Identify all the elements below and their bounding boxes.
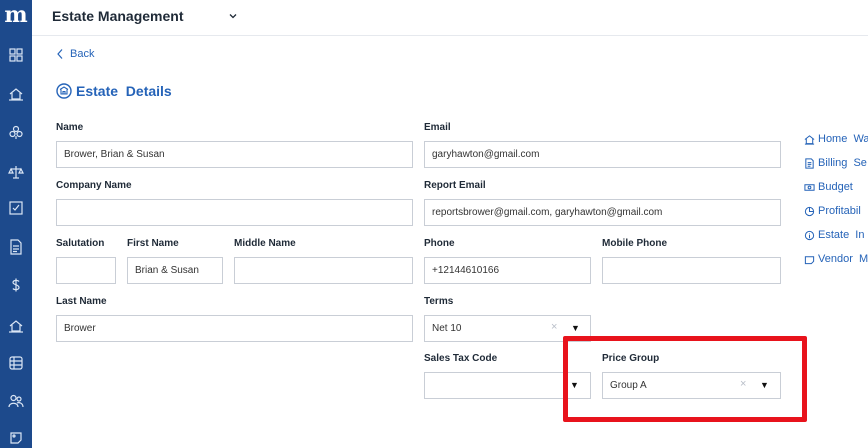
dollar-icon[interactable] bbox=[6, 275, 26, 295]
billing-link-label: Billing Se bbox=[818, 157, 867, 169]
back-label: Back bbox=[70, 48, 95, 60]
budget-link[interactable]: Budget bbox=[804, 181, 853, 193]
tag-icon[interactable] bbox=[6, 428, 26, 448]
email-label: Email bbox=[424, 122, 451, 133]
last-name-label: Last Name bbox=[56, 296, 107, 307]
info-icon bbox=[804, 230, 815, 240]
money-icon bbox=[804, 183, 815, 191]
first-name-field[interactable]: Brian & Susan bbox=[127, 257, 223, 284]
middle-name-field[interactable] bbox=[234, 257, 413, 284]
profitability-link-label: Profitabil bbox=[818, 205, 861, 217]
company-name-label: Company Name bbox=[56, 180, 132, 191]
sidebar: m bbox=[0, 0, 32, 448]
document-icon[interactable] bbox=[6, 237, 26, 257]
first-name-label: First Name bbox=[127, 238, 179, 249]
mobile-phone-label: Mobile Phone bbox=[602, 238, 667, 249]
dropdown-arrow-icon[interactable]: ▼ bbox=[571, 323, 580, 333]
chevron-down-icon[interactable] bbox=[228, 11, 238, 21]
balance-icon[interactable] bbox=[6, 162, 26, 182]
app-logo[interactable]: m bbox=[0, 0, 32, 34]
terms-label: Terms bbox=[424, 296, 454, 307]
estate-info-link[interactable]: Estate In bbox=[804, 229, 864, 241]
price-group-highlight bbox=[563, 336, 807, 422]
home-link-label: Home Wa bbox=[818, 133, 868, 145]
top-bar: Estate Management bbox=[32, 0, 868, 36]
billing-link[interactable]: Billing Se bbox=[804, 157, 867, 169]
document-icon bbox=[805, 157, 814, 169]
back-link[interactable]: Back bbox=[56, 48, 94, 60]
name-label: Name bbox=[56, 122, 84, 133]
home-icon bbox=[804, 134, 815, 145]
mobile-phone-field[interactable] bbox=[602, 257, 781, 284]
pie-chart-icon bbox=[804, 206, 815, 216]
estate-icon bbox=[56, 83, 72, 99]
profitability-link[interactable]: Profitabil bbox=[804, 205, 861, 217]
email-field[interactable]: garyhawton@gmail.com bbox=[424, 141, 781, 168]
terms-value: Net 10 bbox=[432, 323, 462, 334]
app-title[interactable]: Estate Management bbox=[52, 8, 183, 24]
last-name-field[interactable]: Brower bbox=[56, 315, 413, 342]
page-title: Estate Details bbox=[56, 83, 172, 99]
clear-icon[interactable]: × bbox=[551, 321, 557, 333]
phone-label: Phone bbox=[424, 238, 455, 249]
checkbox-icon[interactable] bbox=[6, 198, 26, 218]
page-title-text: Estate Details bbox=[76, 83, 172, 99]
vendor-link[interactable]: Vendor M bbox=[804, 253, 868, 265]
middle-name-label: Middle Name bbox=[234, 238, 296, 249]
report-email-field[interactable]: reportsbrower@gmail.com, garyhawton@gmai… bbox=[424, 199, 781, 226]
chevron-left-icon bbox=[57, 49, 63, 59]
people-icon[interactable] bbox=[6, 391, 26, 411]
report-email-label: Report Email bbox=[424, 180, 486, 191]
house-icon[interactable] bbox=[6, 316, 26, 336]
flower-icon[interactable] bbox=[6, 122, 26, 142]
phone-field[interactable]: +12144610166 bbox=[424, 257, 591, 284]
vendor-link-label: Vendor M bbox=[818, 253, 868, 265]
estate-info-link-label: Estate In bbox=[818, 229, 865, 241]
company-name-field[interactable] bbox=[56, 199, 413, 226]
sales-tax-code-label: Sales Tax Code bbox=[424, 353, 498, 364]
house-icon[interactable] bbox=[6, 84, 26, 104]
grid-icon[interactable] bbox=[6, 45, 26, 65]
budget-link-label: Budget bbox=[818, 181, 853, 193]
list-icon[interactable] bbox=[6, 353, 26, 373]
home-link[interactable]: Home Wa bbox=[804, 133, 868, 145]
name-field[interactable]: Brower, Brian & Susan bbox=[56, 141, 413, 168]
tag-icon bbox=[804, 255, 815, 264]
salutation-label: Salutation bbox=[56, 238, 105, 249]
salutation-field[interactable] bbox=[56, 257, 116, 284]
